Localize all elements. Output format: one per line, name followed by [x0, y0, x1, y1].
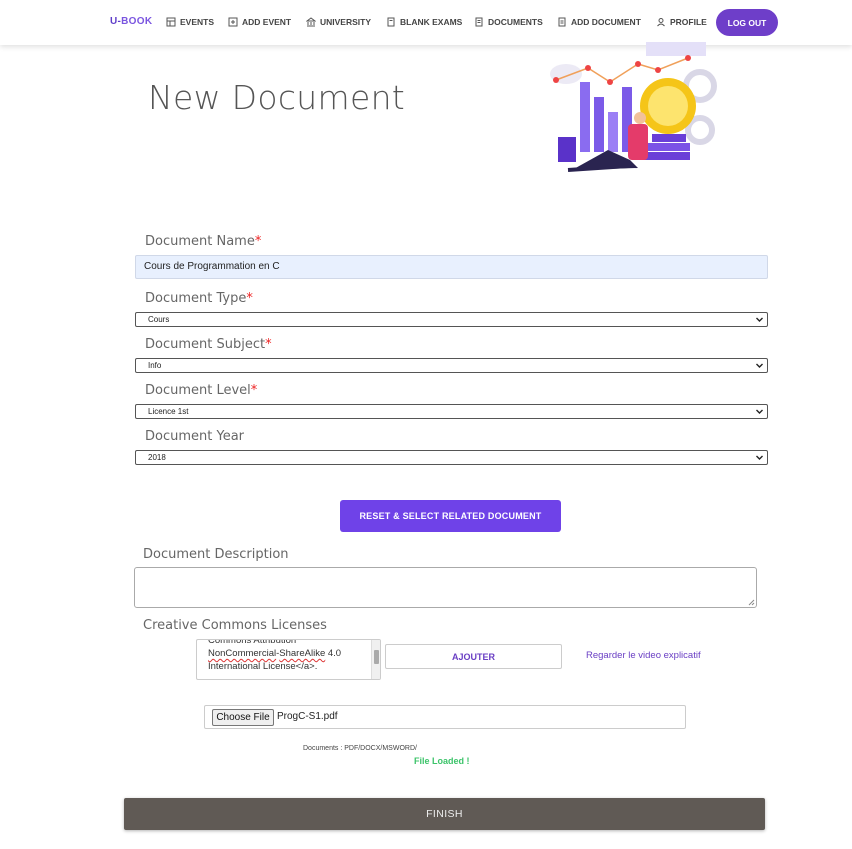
- chevron-down-icon: [756, 317, 763, 322]
- nav-label: PROFILE: [670, 17, 707, 27]
- required-mark: *: [254, 234, 262, 249]
- document-name-label: Document Name*: [145, 234, 261, 249]
- nav-label: DOCUMENTS: [488, 17, 543, 27]
- document-subject-label: Document Subject*: [145, 337, 272, 352]
- select-value: Licence 1st: [148, 407, 189, 416]
- profile-icon: [657, 18, 665, 27]
- page-title: New Document: [148, 78, 406, 117]
- file-loaded-status: File Loaded !: [414, 756, 470, 766]
- label-text: Document Level: [145, 383, 251, 398]
- license-line: International License</a>.: [208, 661, 318, 672]
- document-level-label: Document Level*: [145, 383, 257, 398]
- nav-item-events[interactable]: EVENTS: [166, 17, 214, 27]
- license-scrollbar[interactable]: [371, 640, 380, 679]
- label-text: Document Subject: [145, 337, 266, 352]
- documents-icon: [475, 17, 483, 27]
- brand-logo[interactable]: U-BOOK: [110, 16, 152, 27]
- document-illustration: [550, 42, 717, 172]
- add-license-button[interactable]: AJOUTER: [385, 644, 562, 669]
- add-event-icon: [228, 17, 238, 27]
- select-value: 2018: [148, 453, 166, 462]
- label-text: Document Type: [145, 291, 247, 306]
- license-term: 4.0: [325, 648, 342, 659]
- nav-item-add-document[interactable]: ADD DOCUMENT: [557, 17, 641, 27]
- chevron-down-icon: [756, 409, 763, 414]
- license-line: Commons Attribution: [208, 639, 297, 646]
- reset-select-related-button[interactable]: RESET & SELECT RELATED DOCUMENT: [340, 500, 561, 532]
- document-type-select[interactable]: Cours: [135, 312, 768, 327]
- nav-item-university[interactable]: UNIVERSITY: [306, 17, 371, 27]
- licenses-label: Creative Commons Licenses: [143, 618, 327, 633]
- add-document-icon: [558, 17, 566, 27]
- document-description-textarea[interactable]: [134, 567, 757, 608]
- video-explainer-link[interactable]: Regarder le video explicatif: [586, 650, 701, 661]
- finish-button[interactable]: FINISH: [124, 798, 765, 830]
- nav-item-profile[interactable]: PROFILE: [656, 17, 707, 27]
- document-year-select[interactable]: 2018: [135, 450, 768, 465]
- file-upload-input[interactable]: Choose File ProgC-S1.pdf: [204, 705, 686, 729]
- chevron-down-icon: [756, 455, 763, 460]
- required-mark: *: [246, 291, 253, 306]
- nav-item-add-event[interactable]: ADD EVENT: [228, 17, 291, 27]
- license-textarea[interactable]: Commons Attribution NonCommercial-ShareA…: [196, 639, 381, 680]
- document-level-select[interactable]: Licence 1st: [135, 404, 768, 419]
- brand-name: BOOK: [121, 16, 153, 27]
- document-description-label: Document Description: [143, 547, 289, 562]
- label-text: Document Year: [145, 429, 245, 444]
- license-term: NonCommercial: [208, 648, 277, 659]
- nav-label: EVENTS: [180, 17, 215, 27]
- scroll-thumb[interactable]: [374, 650, 379, 664]
- required-mark: *: [250, 383, 258, 398]
- license-line: NonCommercial-ShareAlike 4.0: [208, 647, 368, 660]
- chevron-down-icon: [756, 363, 763, 368]
- nav-label: BLANK EXAMS: [400, 17, 463, 27]
- top-navbar: U-BOOK EVENTS ADD EVENT UNIVERSITY BLANK…: [0, 0, 852, 45]
- nav-item-documents[interactable]: DOCUMENTS: [474, 17, 543, 27]
- document-year-label: Document Year: [145, 429, 244, 444]
- document-subject-select[interactable]: Info: [135, 358, 768, 373]
- license-text: Commons Attribution NonCommercial-ShareA…: [208, 640, 368, 673]
- accepted-formats-hint: Documents : PDF/DOCX/MSWORD/: [303, 745, 417, 752]
- label-text: Document Name: [145, 234, 255, 249]
- brand-prefix: U-: [110, 16, 122, 27]
- events-icon: [166, 17, 176, 27]
- resize-grip-icon[interactable]: [748, 599, 755, 606]
- blank-exams-icon: [387, 17, 395, 27]
- selected-file-name: ProgC-S1.pdf: [277, 711, 338, 722]
- nav-item-blank-exams[interactable]: BLANK EXAMS: [386, 17, 462, 27]
- nav-label: ADD EVENT: [242, 17, 292, 27]
- university-icon: [306, 17, 316, 27]
- nav-label: UNIVERSITY: [320, 17, 372, 27]
- license-term: ShareAlike: [279, 648, 326, 659]
- select-value: Cours: [148, 315, 170, 324]
- logout-button[interactable]: LOG OUT: [716, 9, 778, 36]
- document-type-label: Document Type*: [145, 291, 253, 306]
- select-value: Info: [148, 361, 162, 370]
- nav-label: ADD DOCUMENT: [571, 17, 641, 27]
- choose-file-button[interactable]: Choose File: [212, 709, 274, 726]
- required-mark: *: [265, 337, 272, 352]
- document-name-input[interactable]: Cours de Programmation en C: [135, 255, 768, 279]
